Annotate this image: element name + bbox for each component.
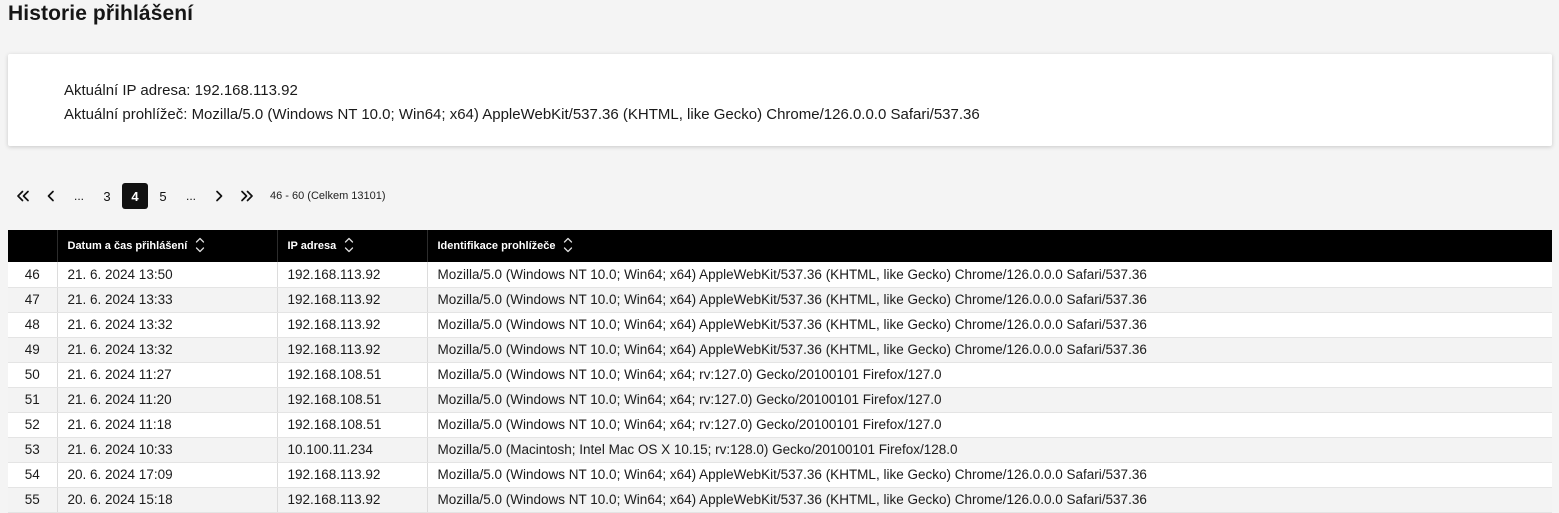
current-browser-text: Aktuální prohlížeč: Mozilla/5.0 (Windows… bbox=[64, 106, 980, 123]
login-history-table-wrap: Datum a čas přihlášení IP adresa Identif… bbox=[8, 230, 1552, 513]
row-number: 48 bbox=[8, 312, 58, 338]
row-number: 47 bbox=[8, 287, 58, 313]
current-ip-text: Aktuální IP adresa: 192.168.113.92 bbox=[64, 82, 298, 99]
page-button-current[interactable]: 4 bbox=[122, 183, 148, 209]
row-datetime: 21. 6. 2024 13:32 bbox=[57, 312, 278, 338]
row-ip: 10.100.11.234 bbox=[277, 437, 428, 463]
column-header-datetime-label: Datum a čas přihlášení bbox=[67, 240, 188, 252]
sort-up-down-icon[interactable] bbox=[195, 236, 205, 257]
row-ip: 192.168.113.92 bbox=[277, 462, 428, 488]
pagination-ellipsis-right: ... bbox=[185, 189, 196, 203]
row-number: 50 bbox=[8, 362, 58, 388]
pagination-ellipsis-left: ... bbox=[73, 189, 84, 203]
row-datetime: 20. 6. 2024 17:09 bbox=[57, 462, 278, 488]
column-header-ip-label: IP adresa bbox=[287, 240, 337, 252]
row-browser: Mozilla/5.0 (Windows NT 10.0; Win64; x64… bbox=[427, 362, 1552, 388]
table-row: 51 21. 6. 2024 11:20 192.168.108.51 Mozi… bbox=[8, 387, 1552, 413]
row-ip: 192.168.113.92 bbox=[277, 312, 428, 338]
row-ip: 192.168.113.92 bbox=[277, 262, 428, 288]
row-browser: Mozilla/5.0 (Windows NT 10.0; Win64; x64… bbox=[427, 287, 1552, 313]
row-number: 49 bbox=[8, 337, 58, 363]
column-header-number bbox=[8, 230, 58, 262]
login-history-table: Datum a čas přihlášení IP adresa Identif… bbox=[8, 230, 1552, 513]
table-row: 52 21. 6. 2024 11:18 192.168.108.51 Mozi… bbox=[8, 412, 1552, 438]
row-datetime: 21. 6. 2024 13:32 bbox=[57, 337, 278, 363]
row-number: 55 bbox=[8, 487, 58, 513]
current-session-card: Aktuální IP adresa: 192.168.113.92 Aktuá… bbox=[8, 54, 1552, 146]
row-ip: 192.168.113.92 bbox=[277, 287, 428, 313]
row-datetime: 21. 6. 2024 11:27 bbox=[57, 362, 278, 388]
page-button-5[interactable]: 5 bbox=[150, 183, 176, 209]
next-page-button[interactable] bbox=[206, 183, 232, 209]
row-browser: Mozilla/5.0 (Windows NT 10.0; Win64; x64… bbox=[427, 337, 1552, 363]
row-browser: Mozilla/5.0 (Windows NT 10.0; Win64; x64… bbox=[427, 462, 1552, 488]
row-number: 54 bbox=[8, 462, 58, 488]
chevron-right-icon bbox=[216, 190, 223, 202]
table-row: 53 21. 6. 2024 10:33 10.100.11.234 Mozil… bbox=[8, 437, 1552, 463]
double-chevron-left-icon bbox=[17, 190, 29, 202]
table-row: 49 21. 6. 2024 13:32 192.168.113.92 Mozi… bbox=[8, 337, 1552, 363]
pagination: ... 3 4 5 ... 46 - 60 (Celkem 13101) bbox=[10, 183, 386, 209]
table-row: 47 21. 6. 2024 13:33 192.168.113.92 Mozi… bbox=[8, 287, 1552, 313]
first-page-button[interactable] bbox=[10, 183, 36, 209]
row-datetime: 20. 6. 2024 15:18 bbox=[57, 487, 278, 513]
row-datetime: 21. 6. 2024 13:33 bbox=[57, 287, 278, 313]
page-title: Historie přihlášení bbox=[8, 2, 194, 25]
row-ip: 192.168.108.51 bbox=[277, 362, 428, 388]
last-page-button[interactable] bbox=[234, 183, 260, 209]
table-row: 55 20. 6. 2024 15:18 192.168.113.92 Mozi… bbox=[8, 487, 1552, 513]
row-ip: 192.168.113.92 bbox=[277, 487, 428, 513]
row-browser: Mozilla/5.0 (Windows NT 10.0; Win64; x64… bbox=[427, 412, 1552, 438]
login-history-page: Historie přihlášení Aktuální IP adresa: … bbox=[0, 0, 1559, 513]
table-row: 48 21. 6. 2024 13:32 192.168.113.92 Mozi… bbox=[8, 312, 1552, 338]
row-browser: Mozilla/5.0 (Macintosh; Intel Mac OS X 1… bbox=[427, 437, 1552, 463]
row-datetime: 21. 6. 2024 10:33 bbox=[57, 437, 278, 463]
pagination-range-text: 46 - 60 (Celkem 13101) bbox=[270, 190, 386, 202]
row-ip: 192.168.113.92 bbox=[277, 337, 428, 363]
row-browser: Mozilla/5.0 (Windows NT 10.0; Win64; x64… bbox=[427, 262, 1552, 288]
row-number: 51 bbox=[8, 387, 58, 413]
column-header-browser[interactable]: Identifikace prohlížeče bbox=[427, 230, 1552, 262]
sort-up-down-icon[interactable] bbox=[563, 236, 573, 257]
double-chevron-right-icon bbox=[241, 190, 253, 202]
column-header-ip[interactable]: IP adresa bbox=[277, 230, 428, 262]
column-header-browser-label: Identifikace prohlížeče bbox=[437, 240, 556, 252]
table-row: 54 20. 6. 2024 17:09 192.168.113.92 Mozi… bbox=[8, 462, 1552, 488]
row-browser: Mozilla/5.0 (Windows NT 10.0; Win64; x64… bbox=[427, 487, 1552, 513]
row-number: 53 bbox=[8, 437, 58, 463]
row-browser: Mozilla/5.0 (Windows NT 10.0; Win64; x64… bbox=[427, 387, 1552, 413]
table-header-row: Datum a čas přihlášení IP adresa Identif… bbox=[8, 230, 1552, 262]
page-button-3[interactable]: 3 bbox=[94, 183, 120, 209]
row-number: 52 bbox=[8, 412, 58, 438]
row-datetime: 21. 6. 2024 11:20 bbox=[57, 387, 278, 413]
chevron-left-icon bbox=[47, 190, 54, 202]
column-header-datetime[interactable]: Datum a čas přihlášení bbox=[57, 230, 278, 262]
prev-page-button[interactable] bbox=[38, 183, 64, 209]
sort-up-down-icon[interactable] bbox=[344, 236, 354, 257]
table-row: 50 21. 6. 2024 11:27 192.168.108.51 Mozi… bbox=[8, 362, 1552, 388]
row-ip: 192.168.108.51 bbox=[277, 387, 428, 413]
row-browser: Mozilla/5.0 (Windows NT 10.0; Win64; x64… bbox=[427, 312, 1552, 338]
row-datetime: 21. 6. 2024 13:50 bbox=[57, 262, 278, 288]
row-datetime: 21. 6. 2024 11:18 bbox=[57, 412, 278, 438]
row-ip: 192.168.108.51 bbox=[277, 412, 428, 438]
table-row: 46 21. 6. 2024 13:50 192.168.113.92 Mozi… bbox=[8, 262, 1552, 288]
row-number: 46 bbox=[8, 262, 58, 288]
